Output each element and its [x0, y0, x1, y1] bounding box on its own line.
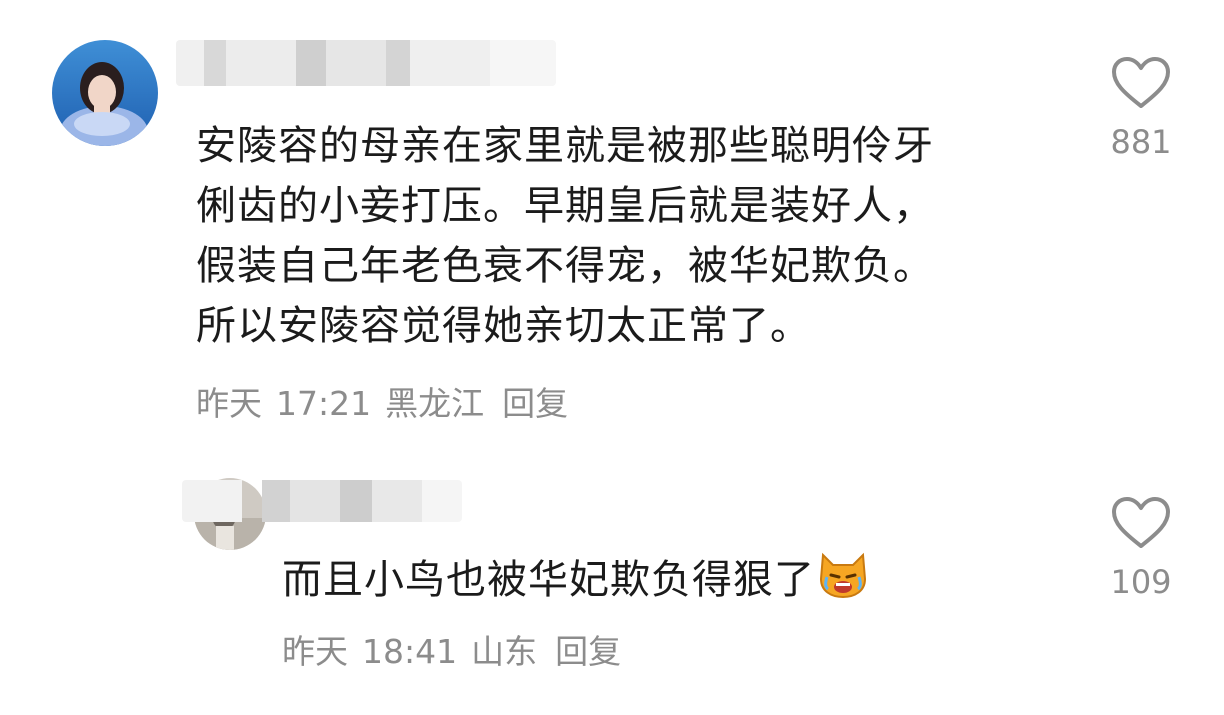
- like-button[interactable]: 881: [1106, 56, 1176, 160]
- avatar[interactable]: [52, 40, 158, 146]
- comment-date: 昨天: [196, 384, 262, 423]
- comment-thread: 安陵容的母亲在家里就是被那些聪明伶牙 俐齿的小妾打压。早期皇后就是装好人， 假装…: [0, 0, 1224, 715]
- comment-date: 昨天: [282, 632, 348, 671]
- comment-meta: 昨天 17:21 黑龙江 回复: [196, 384, 582, 424]
- reply-button[interactable]: 回复: [502, 384, 568, 423]
- comment-location: 山东: [471, 632, 538, 671]
- comment-line: 安陵容的母亲在家里就是被那些聪明伶牙: [196, 123, 934, 169]
- comment-time: 17:21: [276, 384, 372, 423]
- comment-meta: 昨天 18:41 山东 回复: [282, 632, 635, 672]
- heart-outline-icon: [1112, 57, 1170, 108]
- username-blurred[interactable]: [176, 40, 556, 86]
- like-button[interactable]: 109: [1106, 496, 1176, 600]
- heart-outline-icon: [1112, 497, 1170, 548]
- like-count: 881: [1110, 123, 1172, 161]
- comment-line: 所以安陵容觉得她亲切太正常了。: [196, 303, 811, 349]
- like-count: 109: [1110, 563, 1172, 601]
- crying-cat-emoji-icon: [819, 552, 867, 599]
- comment-time: 18:41: [362, 632, 458, 671]
- comment-line: 假装自己年老色衰不得宠，被华妃欺负。: [196, 243, 934, 289]
- comment-text: 而且小鸟也被华妃欺负得狠了: [282, 550, 869, 610]
- comment-text: 安陵容的母亲在家里就是被那些聪明伶牙 俐齿的小妾打压。早期皇后就是装好人， 假装…: [196, 116, 934, 356]
- comment-location: 黑龙江: [385, 384, 485, 423]
- avatar-image: [52, 40, 158, 146]
- comment-line: 而且小鸟也被华妃欺负得狠了: [282, 557, 815, 603]
- comment-line: 俐齿的小妾打压。早期皇后就是装好人，: [196, 183, 934, 229]
- reply-button[interactable]: 回复: [555, 632, 621, 671]
- username-blurred[interactable]: [182, 480, 462, 522]
